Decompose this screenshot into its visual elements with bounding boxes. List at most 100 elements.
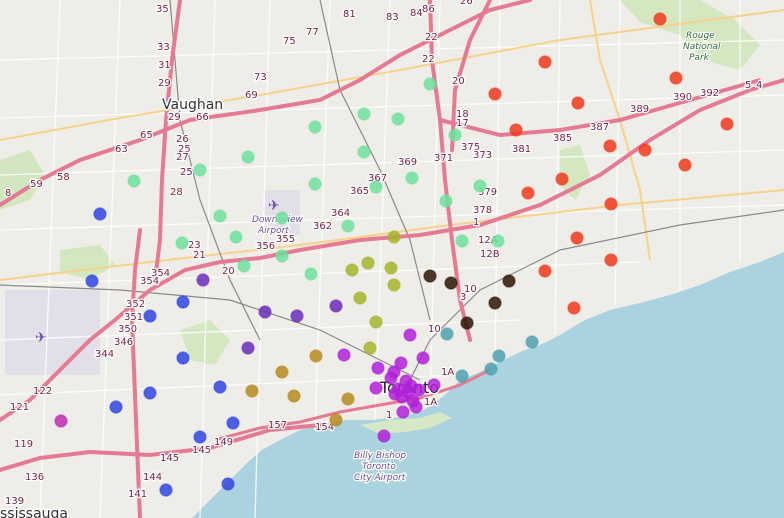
neighborhood-marker-blue[interactable] — [213, 380, 227, 394]
neighborhood-marker-purple[interactable] — [384, 371, 398, 385]
neighborhood-marker-red[interactable] — [604, 197, 618, 211]
neighborhood-marker-blue[interactable] — [226, 416, 240, 430]
neighborhood-marker-blue[interactable] — [85, 274, 99, 288]
neighborhood-marker-green[interactable] — [304, 267, 318, 281]
neighborhood-marker-red[interactable] — [538, 264, 552, 278]
neighborhood-marker-green[interactable] — [391, 112, 405, 126]
neighborhood-marker-brown[interactable] — [488, 296, 502, 310]
neighborhood-marker-olive[interactable] — [384, 261, 398, 275]
neighborhood-marker-red[interactable] — [720, 117, 734, 131]
neighborhood-marker-teal[interactable] — [440, 327, 454, 341]
neighborhood-marker-magenta[interactable] — [54, 414, 68, 428]
neighborhood-marker-red[interactable] — [567, 301, 581, 315]
neighborhood-marker-teal[interactable] — [492, 349, 506, 363]
neighborhood-marker-red[interactable] — [653, 12, 667, 26]
neighborhood-marker-green[interactable] — [491, 234, 505, 248]
neighborhood-marker-brown[interactable] — [423, 269, 437, 283]
neighborhood-marker-green[interactable] — [341, 219, 355, 233]
neighborhood-marker-red[interactable] — [669, 71, 683, 85]
neighborhood-marker-purple[interactable] — [396, 405, 410, 419]
neighborhood-marker-violet[interactable] — [258, 305, 272, 319]
neighborhood-marker-green[interactable] — [241, 150, 255, 164]
neighborhood-marker-green[interactable] — [127, 174, 141, 188]
neighborhood-marker-purple[interactable] — [416, 351, 430, 365]
neighborhood-marker-green[interactable] — [213, 209, 227, 223]
neighborhood-marker-green[interactable] — [237, 259, 251, 273]
neighborhood-marker-green[interactable] — [405, 171, 419, 185]
neighborhood-marker-blue[interactable] — [221, 477, 235, 491]
neighborhood-marker-olive[interactable] — [361, 256, 375, 270]
neighborhood-marker-purple[interactable] — [412, 383, 426, 397]
neighborhood-marker-olive[interactable] — [363, 341, 377, 355]
neighborhood-marker-green[interactable] — [439, 194, 453, 208]
neighborhood-marker-brown[interactable] — [502, 274, 516, 288]
neighborhood-marker-gold[interactable] — [275, 365, 289, 379]
neighborhood-marker-green[interactable] — [455, 234, 469, 248]
neighborhood-marker-green[interactable] — [473, 179, 487, 193]
neighborhood-marker-green[interactable] — [308, 120, 322, 134]
neighborhood-marker-olive[interactable] — [345, 263, 359, 277]
neighborhood-marker-red[interactable] — [538, 55, 552, 69]
neighborhood-marker-purple[interactable] — [391, 382, 405, 396]
neighborhood-marker-violet[interactable] — [241, 341, 255, 355]
neighborhood-marker-green[interactable] — [275, 249, 289, 263]
neighborhood-marker-violet[interactable] — [196, 273, 210, 287]
neighborhood-marker-green[interactable] — [193, 163, 207, 177]
neighborhood-marker-violet[interactable] — [329, 299, 343, 313]
neighborhood-marker-red[interactable] — [570, 231, 584, 245]
neighborhood-marker-blue[interactable] — [176, 351, 190, 365]
neighborhood-marker-teal[interactable] — [525, 335, 539, 349]
neighborhood-marker-purple[interactable] — [369, 381, 383, 395]
neighborhood-marker-blue[interactable] — [143, 386, 157, 400]
neighborhood-marker-green[interactable] — [448, 128, 462, 142]
neighborhood-marker-red[interactable] — [678, 158, 692, 172]
route-shield-label: 31 — [158, 60, 171, 71]
neighborhood-marker-gold[interactable] — [341, 392, 355, 406]
neighborhood-marker-gold[interactable] — [309, 349, 323, 363]
neighborhood-marker-gold[interactable] — [287, 389, 301, 403]
neighborhood-marker-red[interactable] — [571, 96, 585, 110]
neighborhood-marker-green[interactable] — [423, 77, 437, 91]
neighborhood-marker-blue[interactable] — [109, 400, 123, 414]
neighborhood-marker-red[interactable] — [509, 123, 523, 137]
neighborhood-marker-purple[interactable] — [403, 328, 417, 342]
neighborhood-marker-olive[interactable] — [369, 315, 383, 329]
neighborhood-marker-violet[interactable] — [290, 309, 304, 323]
neighborhood-marker-blue[interactable] — [176, 295, 190, 309]
neighborhood-marker-red[interactable] — [638, 143, 652, 157]
neighborhood-marker-red[interactable] — [521, 186, 535, 200]
neighborhood-marker-green[interactable] — [369, 180, 383, 194]
neighborhood-marker-brown[interactable] — [460, 316, 474, 330]
neighborhood-marker-blue[interactable] — [143, 309, 157, 323]
neighborhood-marker-purple[interactable] — [427, 378, 441, 392]
route-shield-label: 33 — [157, 42, 170, 53]
neighborhood-cluster-map[interactable]: 35 33 31 29 29 25 25 28 27 26 23 21 20 59 58 63 65 66 69 73… — [0, 0, 784, 518]
neighborhood-marker-green[interactable] — [308, 177, 322, 191]
neighborhood-marker-green[interactable] — [175, 236, 189, 250]
neighborhood-marker-olive[interactable] — [387, 230, 401, 244]
neighborhood-marker-green[interactable] — [357, 107, 371, 121]
neighborhood-marker-teal[interactable] — [484, 362, 498, 376]
neighborhood-marker-brown[interactable] — [444, 276, 458, 290]
neighborhood-marker-blue[interactable] — [193, 430, 207, 444]
neighborhood-marker-red[interactable] — [555, 172, 569, 186]
neighborhood-marker-green[interactable] — [357, 145, 371, 159]
neighborhood-marker-red[interactable] — [604, 253, 618, 267]
neighborhood-marker-green[interactable] — [275, 211, 289, 225]
neighborhood-marker-red[interactable] — [603, 139, 617, 153]
neighborhood-marker-olive[interactable] — [387, 278, 401, 292]
neighborhood-marker-green[interactable] — [229, 230, 243, 244]
label-billy-bishop-3: City Airport — [354, 473, 406, 483]
neighborhood-marker-purple[interactable] — [409, 400, 423, 414]
neighborhood-marker-blue[interactable] — [159, 483, 173, 497]
neighborhood-marker-red[interactable] — [488, 87, 502, 101]
neighborhood-marker-purple[interactable] — [337, 348, 351, 362]
neighborhood-marker-purple[interactable] — [377, 429, 391, 443]
neighborhood-marker-purple[interactable] — [371, 361, 385, 375]
route-shield-label: 35 — [156, 4, 169, 15]
neighborhood-marker-olive[interactable] — [353, 291, 367, 305]
neighborhood-marker-gold[interactable] — [245, 384, 259, 398]
neighborhood-marker-teal[interactable] — [455, 369, 469, 383]
neighborhood-marker-blue[interactable] — [93, 207, 107, 221]
neighborhood-marker-gold[interactable] — [329, 413, 343, 427]
